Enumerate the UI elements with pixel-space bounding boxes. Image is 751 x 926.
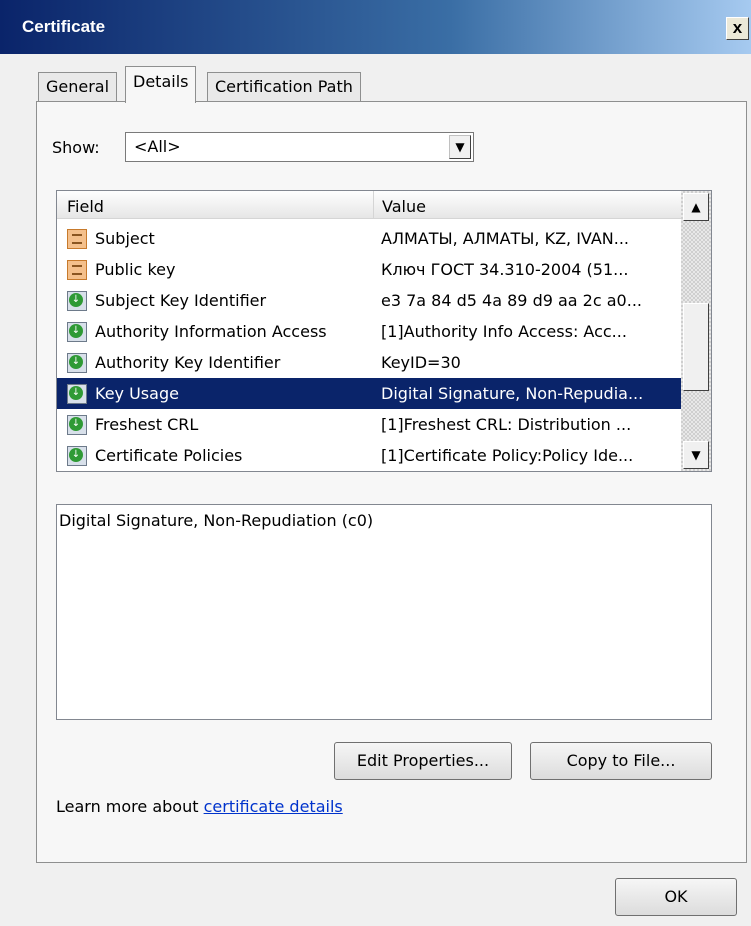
list-row-certificate-policies[interactable]: Certificate Policies [1]Certificate Poli…	[57, 440, 681, 471]
column-header-field[interactable]: Field	[67, 197, 104, 216]
learn-more-text: Learn more about certificate details	[56, 797, 343, 816]
window-title: Certificate	[22, 17, 106, 36]
row-value: [1]Certificate Policy:Policy Ide...	[381, 446, 634, 465]
edit-properties-button[interactable]: Edit Properties...	[334, 742, 512, 780]
row-field: Public key	[95, 260, 176, 279]
extension-icon	[67, 291, 87, 311]
list-row-freshest-crl[interactable]: Freshest CRL [1]Freshest CRL: Distributi…	[57, 409, 681, 440]
scrollbar-thumb[interactable]	[683, 303, 709, 391]
show-dropdown[interactable]: <All> ▼	[125, 132, 474, 162]
row-value: Digital Signature, Non-Repudia...	[381, 384, 644, 403]
extension-icon	[67, 446, 87, 466]
chevron-down-icon[interactable]: ▼	[449, 135, 471, 159]
row-field: Authority Key Identifier	[95, 353, 281, 372]
learn-more-prefix: Learn more about	[56, 797, 204, 816]
row-value: Ключ ГОСТ 34.310-2004 (51...	[381, 260, 629, 279]
tab-details[interactable]: Details	[125, 66, 197, 103]
list-row-authority-key-identifier[interactable]: Authority Key Identifier KeyID=30	[57, 347, 681, 378]
show-dropdown-value: <All>	[134, 137, 181, 156]
scroll-up-button[interactable]: ▲	[683, 193, 709, 221]
tab-strip: General Details Certification Path	[0, 62, 751, 104]
extension-icon	[67, 415, 87, 435]
extension-icon	[67, 353, 87, 373]
fields-list[interactable]: Field Value Subject АЛМАТЫ, АЛМАТЫ, KZ, …	[56, 190, 712, 472]
column-header-value[interactable]: Value	[382, 197, 426, 216]
close-button[interactable]: x	[726, 17, 749, 40]
certificate-details-link[interactable]: certificate details	[204, 797, 343, 816]
list-row-subject[interactable]: Subject АЛМАТЫ, АЛМАТЫ, KZ, IVAN...	[57, 223, 681, 254]
ok-button[interactable]: OK	[615, 878, 737, 916]
show-label: Show:	[52, 138, 100, 157]
row-value: [1]Authority Info Access: Acc...	[381, 322, 627, 341]
row-field: Freshest CRL	[95, 415, 199, 434]
tab-general[interactable]: General	[38, 72, 118, 102]
list-header: Field Value	[57, 191, 681, 219]
list-row-key-usage[interactable]: Key Usage Digital Signature, Non-Repudia…	[57, 378, 681, 409]
row-field: Certificate Policies	[95, 446, 243, 465]
row-value: АЛМАТЫ, АЛМАТЫ, KZ, IVAN...	[381, 229, 630, 248]
list-row-authority-information-access[interactable]: Authority Information Access [1]Authorit…	[57, 316, 681, 347]
column-divider[interactable]	[373, 191, 374, 218]
row-value: KeyID=30	[381, 353, 461, 372]
row-field: Subject Key Identifier	[95, 291, 267, 310]
tab-certification-path[interactable]: Certification Path	[207, 72, 361, 102]
certificate-field-icon	[67, 260, 87, 280]
row-field: Key Usage	[95, 384, 179, 403]
scroll-down-button[interactable]: ▼	[683, 441, 709, 469]
row-value: [1]Freshest CRL: Distribution ...	[381, 415, 632, 434]
list-row-public-key[interactable]: Public key Ключ ГОСТ 34.310-2004 (51...	[57, 254, 681, 285]
list-row-subject-key-identifier[interactable]: Subject Key Identifier e3 7a 84 d5 4a 89…	[57, 285, 681, 316]
copy-to-file-button[interactable]: Copy to File...	[530, 742, 712, 780]
certificate-field-icon	[67, 229, 87, 249]
row-value: e3 7a 84 d5 4a 89 d9 aa 2c a0...	[381, 291, 642, 310]
vertical-scrollbar[interactable]: ▲ ▼	[681, 191, 711, 471]
field-detail-box[interactable]: Digital Signature, Non-Repudiation (c0)	[56, 504, 712, 720]
row-field: Authority Information Access	[95, 322, 327, 341]
row-field: Subject	[95, 229, 155, 248]
title-bar: Certificate	[0, 0, 751, 54]
extension-icon	[67, 322, 87, 342]
field-detail-text: Digital Signature, Non-Repudiation (c0)	[59, 511, 374, 530]
extension-icon	[67, 384, 87, 404]
